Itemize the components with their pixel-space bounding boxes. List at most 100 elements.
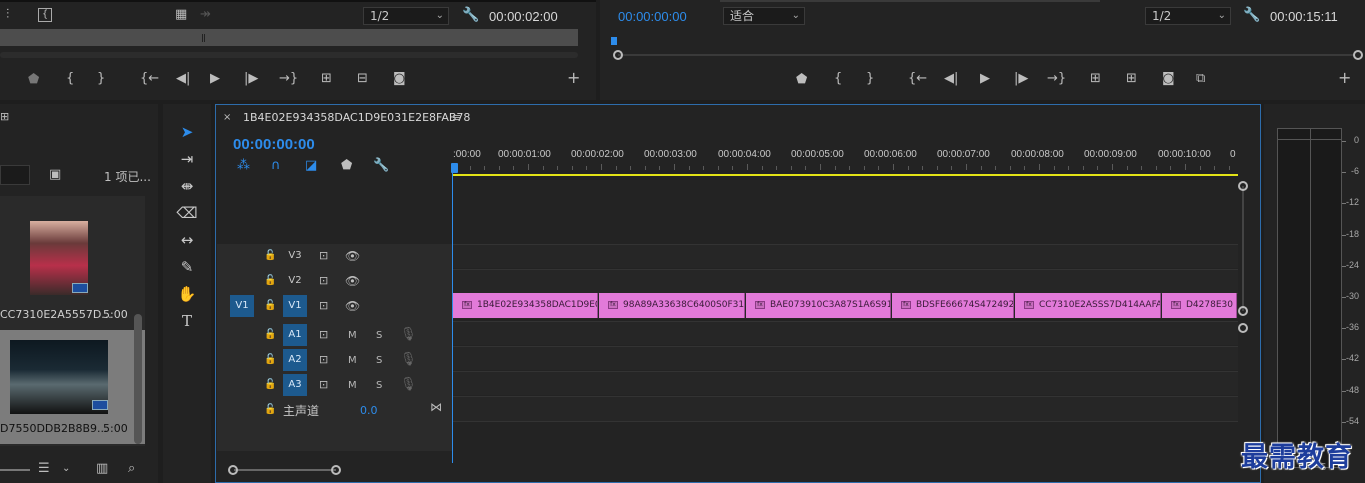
nest-icon[interactable]: ⁂	[237, 159, 250, 173]
track-row-v2[interactable]	[453, 269, 1238, 293]
ripple-edit-tool-icon[interactable]: ⇼	[176, 176, 198, 196]
zoom-slider[interactable]	[0, 469, 30, 471]
mute-button[interactable]: M	[348, 355, 357, 366]
snap-icon[interactable]: ∩	[271, 159, 281, 173]
razor-tool-icon[interactable]: ⌫	[176, 203, 198, 223]
step-forward-icon[interactable]: |▶	[244, 72, 258, 86]
step-back-icon[interactable]: ◀|	[176, 72, 190, 86]
marker-icon[interactable]: ⬟	[28, 73, 39, 87]
eye-icon[interactable]: 👁	[345, 299, 360, 313]
program-scroll-end-handle[interactable]	[1353, 50, 1363, 60]
program-zoom-select[interactable]: 适合 ⌄	[723, 7, 805, 25]
timeline-hscroll-left-handle[interactable]	[228, 465, 238, 475]
lock-icon[interactable]: 🔓	[264, 274, 276, 288]
add-marker-icon[interactable]: ⬟	[341, 159, 352, 173]
mark-in-icon[interactable]: {	[834, 72, 842, 86]
compare-icon[interactable]: ⧉	[1196, 72, 1205, 86]
source-playhead-marker[interactable]	[202, 34, 205, 42]
camera-icon[interactable]: ◙	[1162, 72, 1175, 86]
timeline-clip[interactable]: fx 1B4E02E934358DAC1D9E03	[453, 293, 598, 318]
go-to-in-icon[interactable]: {←	[140, 72, 159, 86]
source-scroll-track[interactable]	[0, 52, 578, 58]
lift-icon[interactable]: ⊞	[1090, 72, 1101, 86]
tab-menu-icon[interactable]: ≡	[452, 111, 461, 125]
wrench-icon[interactable]: 🔧	[373, 159, 389, 173]
program-resolution-select[interactable]: 1/2 ⌄	[1145, 7, 1231, 25]
sync-lock-icon[interactable]: ⊡	[319, 299, 328, 313]
wrench-icon[interactable]: 🔧	[462, 8, 479, 22]
timeline-vscroll-top-handle[interactable]	[1238, 181, 1248, 191]
sequence-tab-title[interactable]: 1B4E02E934358DAC1D9E031E2E8FAB78	[243, 111, 470, 124]
go-to-next-edit-icon[interactable]: ⋈	[430, 400, 442, 414]
mute-button[interactable]: M	[348, 380, 357, 391]
solo-button[interactable]: S	[376, 330, 382, 341]
hand-tool-icon[interactable]: ✋	[176, 284, 198, 304]
track-row-a1[interactable]	[453, 321, 1238, 345]
film-icon[interactable]: ▦	[175, 8, 187, 22]
track-label-v2[interactable]: V2	[283, 270, 307, 292]
project-scrollbar[interactable]	[134, 314, 142, 444]
camera-icon[interactable]: ◙	[393, 72, 406, 86]
lock-icon[interactable]: 🔓	[264, 249, 276, 263]
step-forward-icon[interactable]: |▶	[1014, 72, 1028, 86]
play-icon[interactable]: ▶	[980, 72, 990, 86]
timeline-hscroll-right-handle[interactable]	[331, 465, 341, 475]
program-current-time[interactable]: 00:00:00:00	[618, 9, 687, 24]
sync-lock-icon[interactable]: ⊡	[319, 378, 328, 392]
sync-lock-icon[interactable]: ⊡	[319, 274, 328, 288]
microphone-icon[interactable]: 🎙	[400, 328, 417, 342]
program-ruler[interactable]	[612, 36, 1356, 48]
track-label-a3[interactable]: A3	[283, 374, 307, 396]
track-row-a3[interactable]	[453, 371, 1238, 395]
selection-tool-icon[interactable]: ➤	[176, 122, 198, 142]
track-row-a2[interactable]	[453, 346, 1238, 370]
solo-button[interactable]: S	[376, 355, 382, 366]
timeline-clip[interactable]: fx CC7310E2ASSS7D414AAFA2	[1015, 293, 1161, 318]
grid-icon[interactable]: ⊞	[0, 110, 9, 124]
timeline-hscroll-track[interactable]	[234, 469, 336, 471]
program-scroll-track[interactable]	[618, 54, 1355, 56]
extract-icon[interactable]: ⊞	[1126, 72, 1137, 86]
sync-lock-icon[interactable]: ⊡	[319, 249, 328, 263]
track-label-v3[interactable]: V3	[283, 245, 307, 267]
track-label-a2[interactable]: A2	[283, 349, 307, 371]
overwrite-icon[interactable]: ⊟	[357, 72, 368, 86]
lock-icon[interactable]: 🔓	[264, 328, 276, 342]
slip-tool-icon[interactable]: ↔	[176, 230, 198, 250]
project-search-input[interactable]	[0, 165, 30, 185]
search-icon[interactable]: ⌕	[128, 462, 135, 476]
pen-tool-icon[interactable]: ✎	[176, 257, 198, 277]
timeline-clip[interactable]: fx BDSFE66674S472492	[892, 293, 1014, 318]
go-to-in-icon[interactable]: {←	[908, 72, 927, 86]
sync-lock-icon[interactable]: ⊡	[319, 328, 328, 342]
timeline-clip[interactable]: fx D4278E30	[1162, 293, 1237, 318]
timeline-audio-vscroll-handle[interactable]	[1238, 323, 1248, 333]
list-item[interactable]: CC7310E2A5557D... 5:00	[0, 196, 145, 328]
type-tool-icon[interactable]: T	[176, 311, 198, 331]
new-bin-icon[interactable]: ▣	[49, 168, 61, 182]
master-volume-value[interactable]: 0.0	[360, 404, 378, 417]
timeline-current-time[interactable]: 00:00:00:00	[233, 136, 315, 153]
settings-icon[interactable]: ⫶	[6, 8, 9, 22]
chevron-down-icon[interactable]: ⌄	[62, 462, 70, 476]
track-label-a1[interactable]: A1	[283, 324, 307, 346]
list-view-icon[interactable]: ☰	[38, 462, 50, 476]
work-area-bar[interactable]	[452, 174, 1238, 176]
lock-icon[interactable]: 🔓	[264, 299, 276, 313]
add-icon[interactable]: +	[567, 70, 580, 86]
track-row-master[interactable]	[453, 396, 1238, 422]
mute-button[interactable]: M	[348, 330, 357, 341]
program-playhead[interactable]	[611, 37, 617, 45]
source-patch-v1[interactable]: V1	[230, 295, 254, 317]
source-resolution-select[interactable]: 1/2 ⌄	[363, 7, 449, 25]
close-tab-icon[interactable]: ×	[223, 111, 231, 125]
insert-icon[interactable]: ⊞	[321, 72, 332, 86]
source-mini-timeline[interactable]	[0, 29, 578, 46]
add-icon[interactable]: +	[1338, 70, 1351, 86]
drag-video-icon[interactable]: ↠	[200, 8, 211, 22]
mark-in-icon[interactable]: {	[66, 72, 74, 86]
auto-match-icon[interactable]: ▥	[96, 462, 108, 476]
step-back-icon[interactable]: ◀|	[944, 72, 958, 86]
mark-out-icon[interactable]: }	[866, 72, 874, 86]
lock-icon[interactable]: 🔓	[264, 353, 276, 367]
